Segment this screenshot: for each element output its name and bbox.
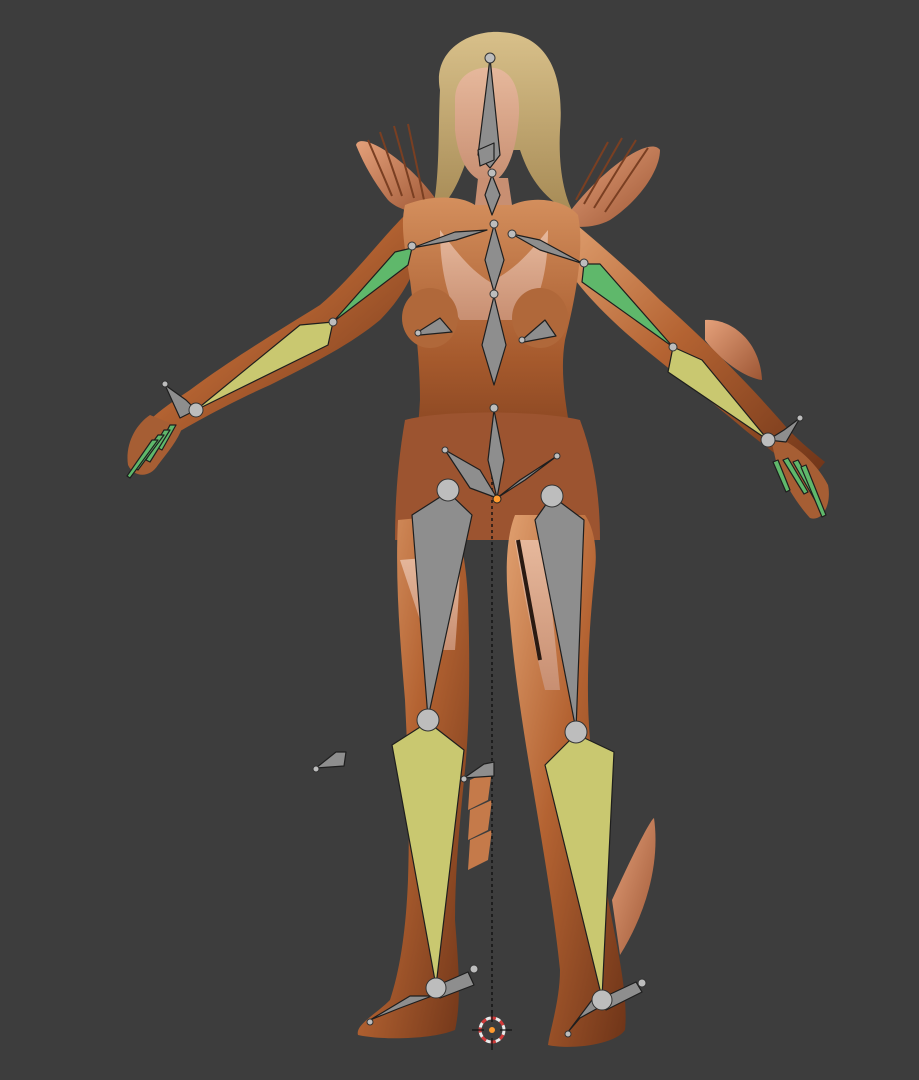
right-wing	[565, 137, 660, 227]
3d-viewport[interactable]	[0, 0, 919, 1080]
calf-fins	[468, 770, 492, 870]
calf-feather	[612, 818, 656, 955]
3d-cursor-icon[interactable]	[472, 1010, 512, 1050]
object-origin-icon[interactable]	[492, 494, 502, 504]
left-cup	[402, 288, 458, 348]
bone-forearm-left[interactable]	[195, 321, 334, 411]
bone-pole-right[interactable]	[463, 761, 495, 779]
bone-pole-left[interactable]	[315, 751, 347, 769]
character-mesh[interactable]	[127, 31, 829, 1047]
viewport-canvas[interactable]	[0, 0, 919, 1080]
